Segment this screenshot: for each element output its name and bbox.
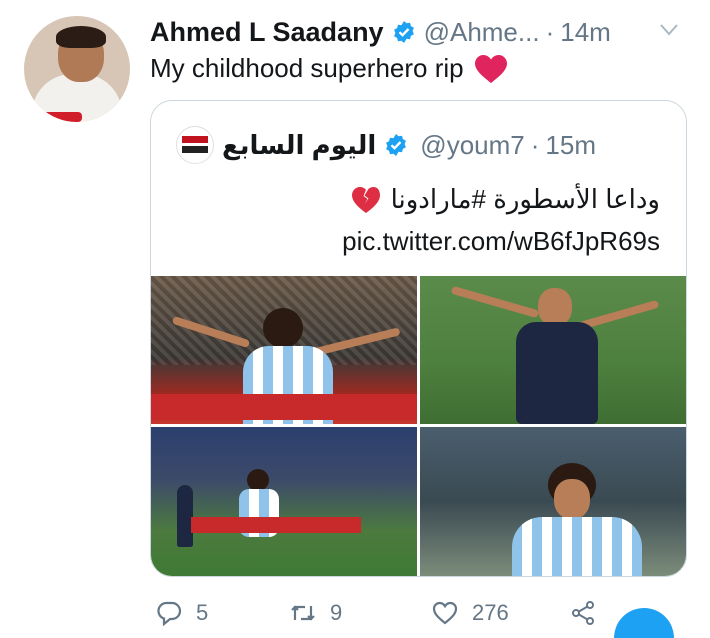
photo-3[interactable] (151, 427, 417, 576)
verified-badge-icon (386, 134, 407, 156)
quoted-author-avatar (176, 126, 214, 164)
quoted-author-name: اليوم السابع (222, 129, 377, 160)
avatar-shirt-logo (40, 112, 82, 122)
quoted-tweet-text: وداعا الأسطورة #مارادونا (390, 184, 660, 214)
quoted-tweet-header: اليوم السابع @youm7 · 15m (176, 125, 596, 165)
reply-icon (157, 601, 182, 626)
photo-2-body (516, 322, 598, 424)
retweet-button[interactable]: 9 (290, 600, 342, 626)
tweet-header: Ahmed L Saadany @Ahme... · 14m (150, 16, 611, 48)
tweet-timestamp[interactable]: 14m (560, 17, 611, 48)
media-grid (151, 276, 686, 576)
photo-3-opponent (177, 485, 193, 547)
tweet-text: My childhood superhero rip (150, 53, 464, 83)
photo-2-head (538, 288, 572, 326)
photo-2-arm-left (450, 285, 540, 319)
quoted-media-link[interactable]: pic.twitter.com/wB6fJpR69s (342, 226, 660, 257)
photo-3-banner (191, 517, 361, 533)
broken-heart-emoji-icon (351, 186, 380, 213)
photo-4[interactable] (420, 427, 686, 576)
red-heart-emoji-icon (474, 54, 507, 83)
logo-bar-dark (182, 146, 208, 153)
photo-4-face (554, 479, 590, 519)
tweet-body: My childhood superhero rip (150, 53, 508, 84)
photo-2[interactable] (420, 276, 686, 424)
quoted-tweet-card[interactable]: اليوم السابع @youm7 · 15m وداعا الأسطورة… (150, 100, 687, 577)
chevron-down-icon[interactable] (660, 24, 678, 36)
like-count: 276 (472, 600, 509, 625)
like-button[interactable]: 276 (432, 600, 509, 626)
like-icon (432, 601, 458, 625)
photo-1-banner (151, 394, 417, 420)
verified-badge-icon (393, 21, 414, 43)
share-icon (572, 601, 594, 625)
logo-bar-red (182, 136, 208, 143)
author-handle[interactable]: @Ahme... (424, 17, 540, 48)
quoted-header-separator: · (530, 129, 540, 160)
reply-button[interactable]: 5 (156, 600, 208, 626)
reply-count: 5 (196, 600, 209, 625)
photo-3-head (247, 469, 269, 491)
retweet-icon (291, 605, 315, 621)
avatar-hair (56, 26, 106, 48)
quoted-timestamp: 15m (545, 129, 596, 160)
photo-1[interactable] (151, 276, 417, 424)
header-separator: · (545, 16, 555, 47)
author-avatar[interactable] (24, 16, 130, 122)
photo-1-head (263, 308, 303, 348)
share-button[interactable] (570, 600, 610, 626)
photo-4-shirt (512, 517, 642, 576)
quoted-author-handle: @youm7 (420, 129, 525, 160)
quoted-tweet-body: وداعا الأسطورة #مارادونا (351, 184, 660, 215)
retweet-count: 9 (330, 600, 343, 625)
author-name[interactable]: Ahmed L Saadany (150, 17, 384, 48)
